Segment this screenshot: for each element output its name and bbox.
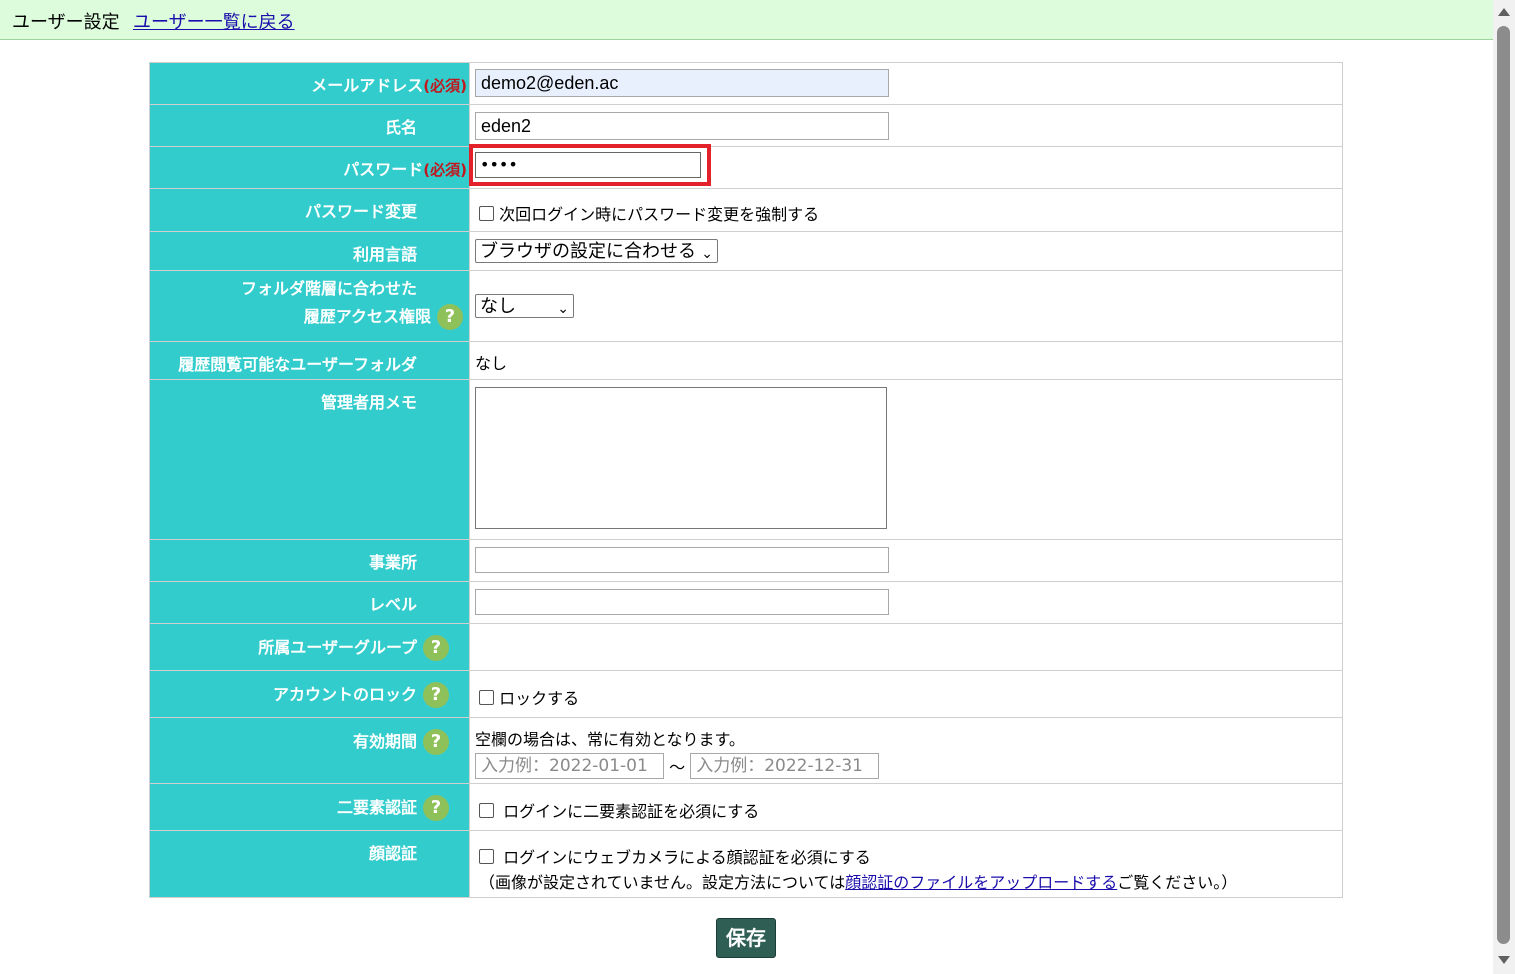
password-field[interactable]: •••• [475, 152, 701, 178]
admin-memo-textarea[interactable] [475, 387, 887, 529]
validity-label: 有効期間? [150, 718, 470, 783]
row-user-group: 所属ユーザーグループ? [150, 624, 1342, 671]
required-mark: (必須) [423, 77, 467, 95]
back-to-user-list-link[interactable]: ユーザー一覧に戻る [133, 8, 295, 34]
row-level: レベル [150, 582, 1342, 624]
row-name: 氏名 [150, 105, 1342, 147]
validity-note: 空欄の場合は、常に有効となります。 [475, 730, 745, 749]
password-label: パスワード(必須) [150, 147, 470, 188]
lock-account-checkbox[interactable] [479, 689, 494, 705]
history-folders-label: 履歴閲覧可能なユーザーフォルダ [150, 342, 470, 379]
two-factor-checkbox[interactable] [479, 802, 494, 818]
row-folder-access: フォルダ階層に合わせた 履歴アクセス権限? なし ⌄ [150, 271, 1342, 342]
office-label: 事業所 [150, 540, 470, 581]
help-icon[interactable]: ? [423, 681, 449, 708]
face-auth-note-prefix: （画像が設定されていません。設定方法については [479, 873, 846, 892]
chevron-down-icon: ⌄ [701, 245, 713, 261]
password-change-label: パスワード変更 [150, 189, 470, 231]
row-admin-memo: 管理者用メモ [150, 380, 1342, 540]
face-auth-checkbox[interactable] [479, 848, 494, 864]
force-password-change-checkbox[interactable] [479, 205, 494, 221]
level-field[interactable] [475, 589, 889, 615]
valid-to-field[interactable]: 入力例：2022-12-31 [690, 753, 880, 779]
row-language: 利用言語 ブラウザの設定に合わせる ⌄ [150, 232, 1342, 271]
user-group-label: 所属ユーザーグループ? [150, 624, 470, 670]
scroll-down-icon[interactable] [1498, 956, 1510, 964]
email-label: メールアドレス(必須) [150, 63, 470, 104]
language-select[interactable]: ブラウザの設定に合わせる ⌄ [475, 239, 718, 263]
row-face-auth: 顔認証 ログインにウェブカメラによる顔認証を必須にする （画像が設定されていませ… [150, 831, 1342, 897]
scrollbar-thumb[interactable] [1497, 26, 1510, 944]
row-password-change: パスワード変更 次回ログイン時にパスワード変更を強制する [150, 189, 1342, 232]
user-settings-form: メールアドレス(必須) 氏名 パスワード(必須) •••• パスワード変更 次回… [149, 62, 1343, 898]
face-auth-checkbox-label: ログインにウェブカメラによる顔認証を必須にする [503, 848, 871, 867]
save-button[interactable]: 保存 [716, 918, 776, 958]
lock-account-label: ロックする [499, 689, 580, 708]
help-icon[interactable]: ? [437, 303, 463, 330]
vertical-scrollbar[interactable] [1493, 0, 1515, 974]
row-history-folders: 履歴閲覧可能なユーザーフォルダ なし [150, 342, 1342, 380]
valid-from-field[interactable]: 入力例：2022-01-01 [475, 753, 664, 779]
row-account-lock: アカウントのロック? ロックする [150, 671, 1342, 718]
date-range-separator: ～ [669, 758, 686, 777]
email-field[interactable] [475, 69, 889, 97]
row-office: 事業所 [150, 540, 1342, 582]
help-icon[interactable]: ? [423, 794, 449, 821]
help-icon[interactable]: ? [423, 728, 449, 755]
page-title: ユーザー設定 [12, 12, 120, 33]
row-two-factor: 二要素認証? ログインに二要素認証を必須にする [150, 784, 1342, 831]
account-lock-label: アカウントのロック? [150, 671, 470, 717]
two-factor-checkbox-label: ログインに二要素認証を必須にする [503, 802, 760, 821]
row-password: パスワード(必須) •••• [150, 144, 1342, 189]
name-field[interactable] [475, 112, 889, 140]
row-email: メールアドレス(必須) [150, 63, 1342, 105]
level-label: レベル [150, 582, 470, 623]
admin-memo-label: 管理者用メモ [150, 380, 470, 539]
history-folders-value: なし [475, 354, 508, 373]
folder-access-select[interactable]: なし ⌄ [475, 294, 574, 318]
help-icon[interactable]: ? [423, 634, 449, 661]
language-label: 利用言語 [150, 232, 470, 270]
required-mark: (必須) [423, 161, 467, 179]
office-field[interactable] [475, 547, 889, 573]
force-password-change-label: 次回ログイン時にパスワード変更を強制する [499, 205, 820, 224]
two-factor-label: 二要素認証? [150, 784, 470, 830]
row-validity: 有効期間? 空欄の場合は、常に有効となります。 入力例：2022-01-01 ～… [150, 718, 1342, 784]
name-label: 氏名 [150, 105, 470, 146]
chevron-down-icon: ⌄ [557, 300, 569, 316]
scroll-up-icon[interactable] [1498, 8, 1510, 16]
face-auth-label: 顔認証 [150, 831, 470, 897]
folder-access-label: フォルダ階層に合わせた 履歴アクセス権限? [150, 271, 470, 341]
upload-face-file-link[interactable]: 顔認証のファイルをアップロードする [845, 873, 1117, 892]
page-header: ユーザー設定 ユーザー一覧に戻る [0, 0, 1493, 40]
password-highlight-box: •••• [469, 144, 711, 186]
face-auth-note-suffix: ご覧ください。） [1117, 873, 1238, 892]
